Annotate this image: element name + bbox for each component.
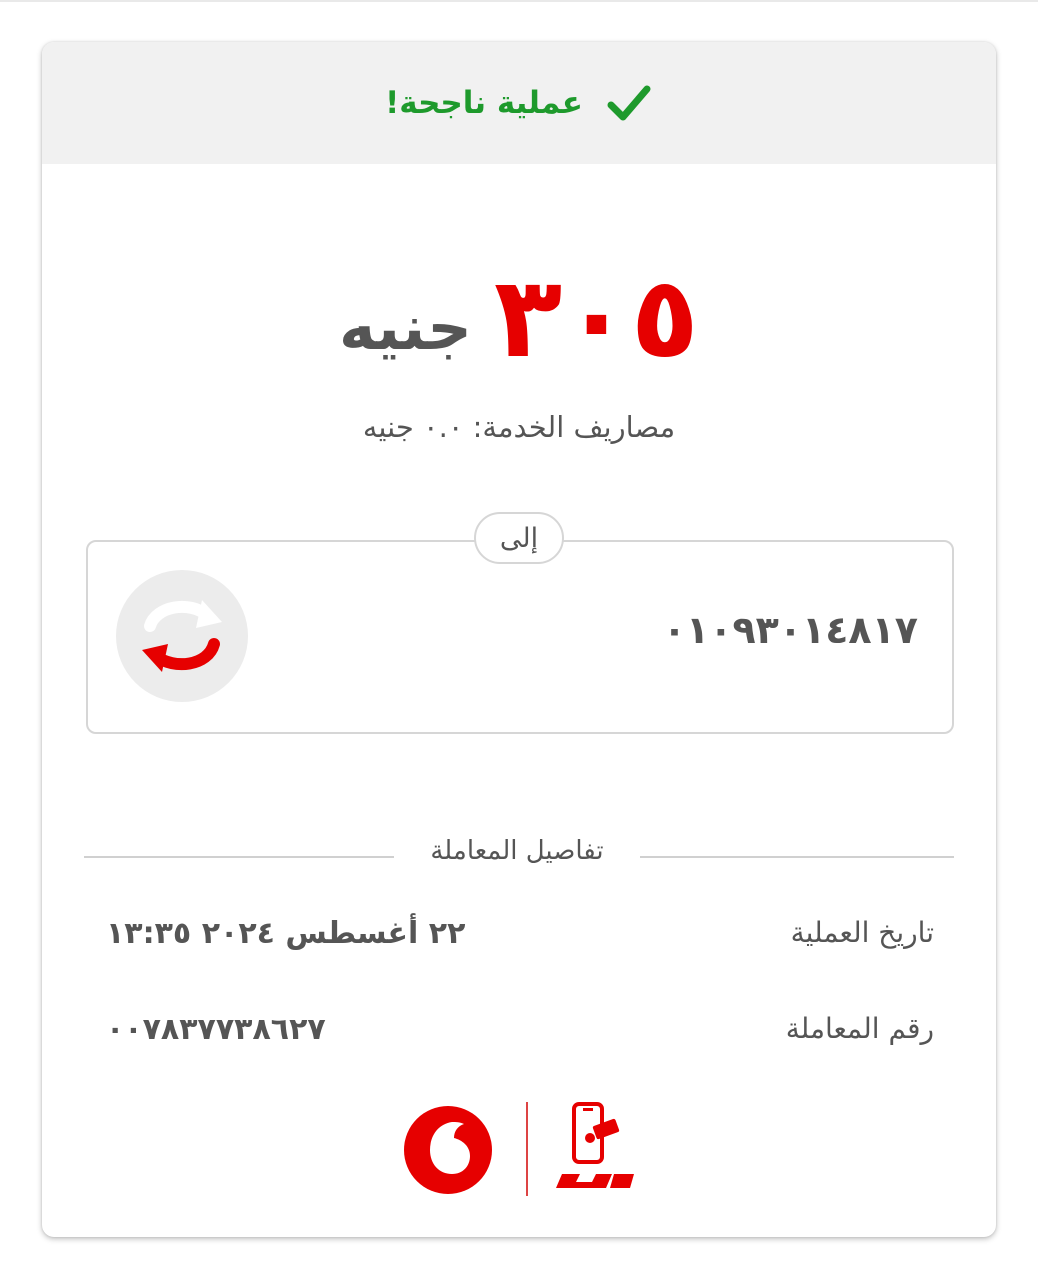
top-divider bbox=[0, 0, 1038, 2]
service-fee: مصاريف الخدمة: ٠.٠ جنيه bbox=[362, 410, 676, 444]
brand-logos bbox=[402, 1098, 642, 1198]
transaction-date-value: ٢٢ أغسطس ٢٠٢٤ ١٣:٣٥ bbox=[106, 916, 466, 951]
vodafone-logo bbox=[404, 1106, 492, 1194]
recipient-label: إلى bbox=[474, 512, 564, 564]
transaction-date-label: تاريخ العملية bbox=[790, 916, 934, 949]
checkmark-icon bbox=[607, 85, 651, 121]
transaction-receipt-card: عملية ناجحة! ٣٠٥ جنيه مصاريف الخدمة: ٠.٠… bbox=[42, 42, 996, 1237]
transaction-id-label: رقم المعاملة bbox=[785, 1012, 934, 1045]
transaction-id-value: ٠٠٧٨٣٧٧٣٨٦٢٧ bbox=[106, 1012, 326, 1047]
amount-display: ٣٠٥ جنيه bbox=[42, 238, 996, 378]
transfer-arrows-icon bbox=[116, 570, 248, 702]
logo-divider bbox=[526, 1102, 528, 1196]
status-header: عملية ناجحة! bbox=[42, 42, 996, 164]
recipient-number: ٠١٠٩٣٠١٤٨١٧ bbox=[662, 608, 918, 652]
amount-currency: جنيه bbox=[339, 291, 472, 364]
vodafone-cash-logo bbox=[556, 1102, 634, 1188]
status-text: عملية ناجحة! bbox=[385, 85, 583, 121]
amount-value: ٣٠٥ bbox=[493, 253, 699, 383]
details-title: تفاصيل المعاملة bbox=[394, 836, 640, 866]
